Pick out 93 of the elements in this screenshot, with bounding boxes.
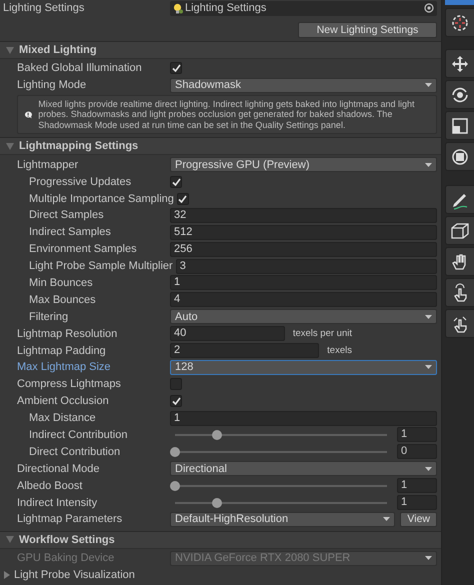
caret-icon xyxy=(425,556,432,560)
triangle-icon xyxy=(4,570,11,579)
lightbulb-icon xyxy=(173,2,183,14)
tool-button[interactable] xyxy=(445,216,474,245)
number-field[interactable]: 1 xyxy=(170,410,437,426)
tool-button[interactable] xyxy=(445,309,474,338)
checkbox[interactable] xyxy=(176,192,189,204)
number-field[interactable]: 1 xyxy=(397,427,437,442)
section-title: Mixed Lighting xyxy=(19,44,97,56)
unit-label: texels per unit xyxy=(292,328,352,340)
new-settings-button[interactable]: New Lighting Settings xyxy=(298,22,437,38)
field-label: Ambient Occlusion xyxy=(16,394,110,408)
dropdown[interactable]: 128 xyxy=(170,360,437,375)
field-label: GPU Baking Device xyxy=(16,551,116,566)
tool-button[interactable] xyxy=(445,8,474,37)
slider-thumb[interactable] xyxy=(212,498,222,508)
field-label: Max Lightmap Size xyxy=(16,360,112,374)
section-title: Lightmapping Settings xyxy=(19,140,138,152)
field-label: Environment Samples xyxy=(28,242,138,256)
caret-icon xyxy=(425,365,432,370)
field-label: Directional Mode xyxy=(16,462,101,476)
field-label: Direct Contribution xyxy=(28,444,122,459)
slider-thumb[interactable] xyxy=(212,430,222,440)
field-label: Light Probe Sample Multiplier xyxy=(28,259,174,274)
checkmark-icon xyxy=(172,64,180,72)
field-label: Albedo Boost xyxy=(16,478,84,493)
field-label: Lightmap Resolution xyxy=(16,326,118,341)
triangle-icon xyxy=(6,142,14,150)
dropdown[interactable]: Auto xyxy=(170,309,437,324)
checkbox[interactable] xyxy=(170,62,182,74)
tool-button[interactable] xyxy=(445,111,474,140)
number-field[interactable]: 32 xyxy=(170,208,437,223)
field-label: Multiple Importance Sampling xyxy=(28,192,175,206)
section-header[interactable]: Lightmapping Settings xyxy=(0,137,441,156)
section-header[interactable]: Mixed Lighting xyxy=(0,41,441,59)
checkmark-icon xyxy=(172,397,180,406)
field-label: Lightmapper xyxy=(16,158,80,172)
dropdown[interactable]: Progressive GPU (Preview) xyxy=(170,157,437,172)
number-field[interactable]: 4 xyxy=(170,292,437,308)
caret-icon xyxy=(425,314,432,319)
number-field[interactable]: 512 xyxy=(170,224,437,240)
tool-button[interactable] xyxy=(445,49,474,78)
triangle-icon xyxy=(6,536,14,544)
object-field[interactable]: Lighting Settings xyxy=(170,0,437,16)
field-label: Compress Lightmaps xyxy=(16,377,122,392)
view-button[interactable]: View xyxy=(400,512,437,527)
number-field[interactable]: 256 xyxy=(170,242,437,257)
caret-icon xyxy=(383,517,390,522)
number-field[interactable]: 40 xyxy=(170,326,285,342)
dropdown[interactable]: Shadowmask xyxy=(170,78,437,93)
caret-icon xyxy=(425,162,432,167)
field-label: Lightmap Padding xyxy=(16,344,107,358)
target-icon xyxy=(424,3,434,13)
foldout[interactable]: Light Probe Visualization xyxy=(0,566,441,583)
dropdown[interactable]: Directional xyxy=(170,461,437,476)
section-header[interactable]: Workflow Settings xyxy=(0,530,441,549)
field-label: Max Distance xyxy=(28,411,97,426)
section-title: Workflow Settings xyxy=(19,534,115,546)
number-field[interactable]: 0 xyxy=(397,444,437,460)
number-field[interactable]: 1 xyxy=(397,478,437,494)
field-label: Lighting Mode xyxy=(16,78,88,92)
caret-icon xyxy=(425,83,432,88)
checkbox[interactable] xyxy=(170,176,182,188)
field-label: Lighting Settings xyxy=(2,1,86,15)
field-label: Lightmap Parameters xyxy=(16,512,124,526)
field-label: Indirect Intensity xyxy=(16,496,98,510)
dropdown[interactable]: Default-HighResolution xyxy=(170,512,396,527)
tool-button[interactable] xyxy=(445,142,474,171)
number-field[interactable]: 2 xyxy=(170,343,320,358)
object-value: Lighting Settings xyxy=(185,2,268,14)
info-text: Mixed lights provide realtime direct lighting. Indirect lighting gets baked into lightmaps and light probes. Shadowmasks and light probes occlusion get generated for baked shadows. The Shadowmask Mode used at run time can be set in the Quality Settings panel. xyxy=(38,98,416,130)
tool-button[interactable] xyxy=(445,247,474,276)
field-label: Direct Samples xyxy=(28,208,105,222)
field-label: Max Bounces xyxy=(28,292,97,307)
number-field[interactable]: 1 xyxy=(170,275,437,290)
tool-button[interactable] xyxy=(445,185,474,214)
slider-thumb[interactable] xyxy=(170,480,180,491)
unit-label: texels xyxy=(327,345,352,356)
checkbox[interactable] xyxy=(170,395,182,408)
field-label: Filtering xyxy=(28,310,70,324)
caret-icon xyxy=(425,466,432,471)
triangle-icon xyxy=(6,46,14,54)
field-label: Baked Global Illumination xyxy=(16,61,143,76)
number-field[interactable]: 3 xyxy=(176,258,437,274)
slider-thumb[interactable] xyxy=(170,446,180,457)
tool-button[interactable] xyxy=(445,80,474,109)
field-label: Indirect Contribution xyxy=(28,428,128,442)
number-field[interactable]: 1 xyxy=(397,495,437,510)
tool-button[interactable] xyxy=(445,278,474,307)
field-label: Min Bounces xyxy=(28,276,94,290)
checkbox[interactable] xyxy=(170,378,182,390)
field-label: Indirect Samples xyxy=(28,225,112,240)
field-label: Progressive Updates xyxy=(28,174,132,189)
